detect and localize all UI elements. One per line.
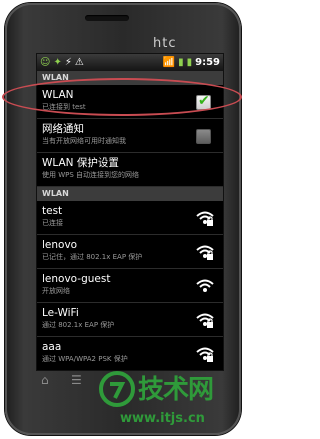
wps-settings-desc: 使用 WPS 自动连接到您的网络 xyxy=(42,171,140,179)
usb-debug-icon: ⚡ xyxy=(64,57,72,68)
network-status: 通过 802.1x EAP 保护 xyxy=(42,321,115,329)
network-item[interactable]: aaa 通过 WPA/WPA2 PSK 保护 xyxy=(37,337,223,370)
status-bar: ☺ ✦ ⚡ ⚠ 📶 ▮ ▮ 9:59 xyxy=(37,54,223,71)
network-status: 通过 WPA/WPA2 PSK 保护 xyxy=(42,355,128,363)
wifi-locked-icon xyxy=(196,313,214,328)
highlight-ellipse xyxy=(2,78,242,116)
section-header-networks: WLAN xyxy=(37,187,223,201)
usb-icon: ✦ xyxy=(53,57,62,68)
network-notify-row[interactable]: 网络通知 当有开放网络可用时通知我 xyxy=(37,119,223,153)
wifi-locked-icon xyxy=(196,347,214,362)
network-status: 开放网络 xyxy=(42,287,70,295)
network-item[interactable]: test 已连接 xyxy=(37,201,223,235)
wifi-open-icon xyxy=(196,279,214,292)
network-ssid: Le-WiFi xyxy=(42,307,79,319)
network-item[interactable]: Le-WiFi 通过 802.1x EAP 保护 xyxy=(37,303,223,337)
network-ssid: test xyxy=(42,205,63,217)
wps-settings-row[interactable]: WLAN 保护设置 使用 WPS 自动连接到您的网络 xyxy=(37,153,223,187)
speaker-grille xyxy=(85,15,129,21)
wifi-locked-icon xyxy=(196,211,214,226)
wifi-locked-icon xyxy=(196,245,214,260)
network-item[interactable]: lenovo 已记住，通过 802.1x EAP 保护 xyxy=(37,235,223,269)
network-notify-desc: 当有开放网络可用时通知我 xyxy=(42,137,126,145)
network-status: 已记住，通过 802.1x EAP 保护 xyxy=(42,253,143,261)
signal-notify-icon: ⚠ xyxy=(74,57,84,68)
menu-key-icon[interactable]: ☰ xyxy=(71,373,82,387)
network-ssid: aaa xyxy=(42,341,62,353)
network-status: 已连接 xyxy=(42,219,63,227)
watermark-logo-icon xyxy=(99,371,135,407)
signal-icon: ▮ xyxy=(178,57,184,68)
brand-logo: htc xyxy=(153,36,177,51)
home-key-icon[interactable]: ⌂ xyxy=(41,373,49,387)
wifi-status-icon: 📶 xyxy=(162,57,176,68)
network-item[interactable]: lenovo-guest 开放网络 xyxy=(37,269,223,303)
network-ssid: lenovo-guest xyxy=(42,273,111,285)
status-time: 9:59 xyxy=(195,57,220,68)
network-ssid: lenovo xyxy=(42,239,78,251)
watermark-url: www.itjs.cn xyxy=(120,411,205,426)
network-notify-checkbox[interactable] xyxy=(196,129,211,144)
notification-icon: ☺ xyxy=(40,57,51,68)
watermark-brand: 技术网 xyxy=(138,375,214,405)
wps-settings-title: WLAN 保护设置 xyxy=(42,157,119,169)
battery-icon: ▮ xyxy=(186,57,193,68)
network-notify-title: 网络通知 xyxy=(42,123,84,135)
